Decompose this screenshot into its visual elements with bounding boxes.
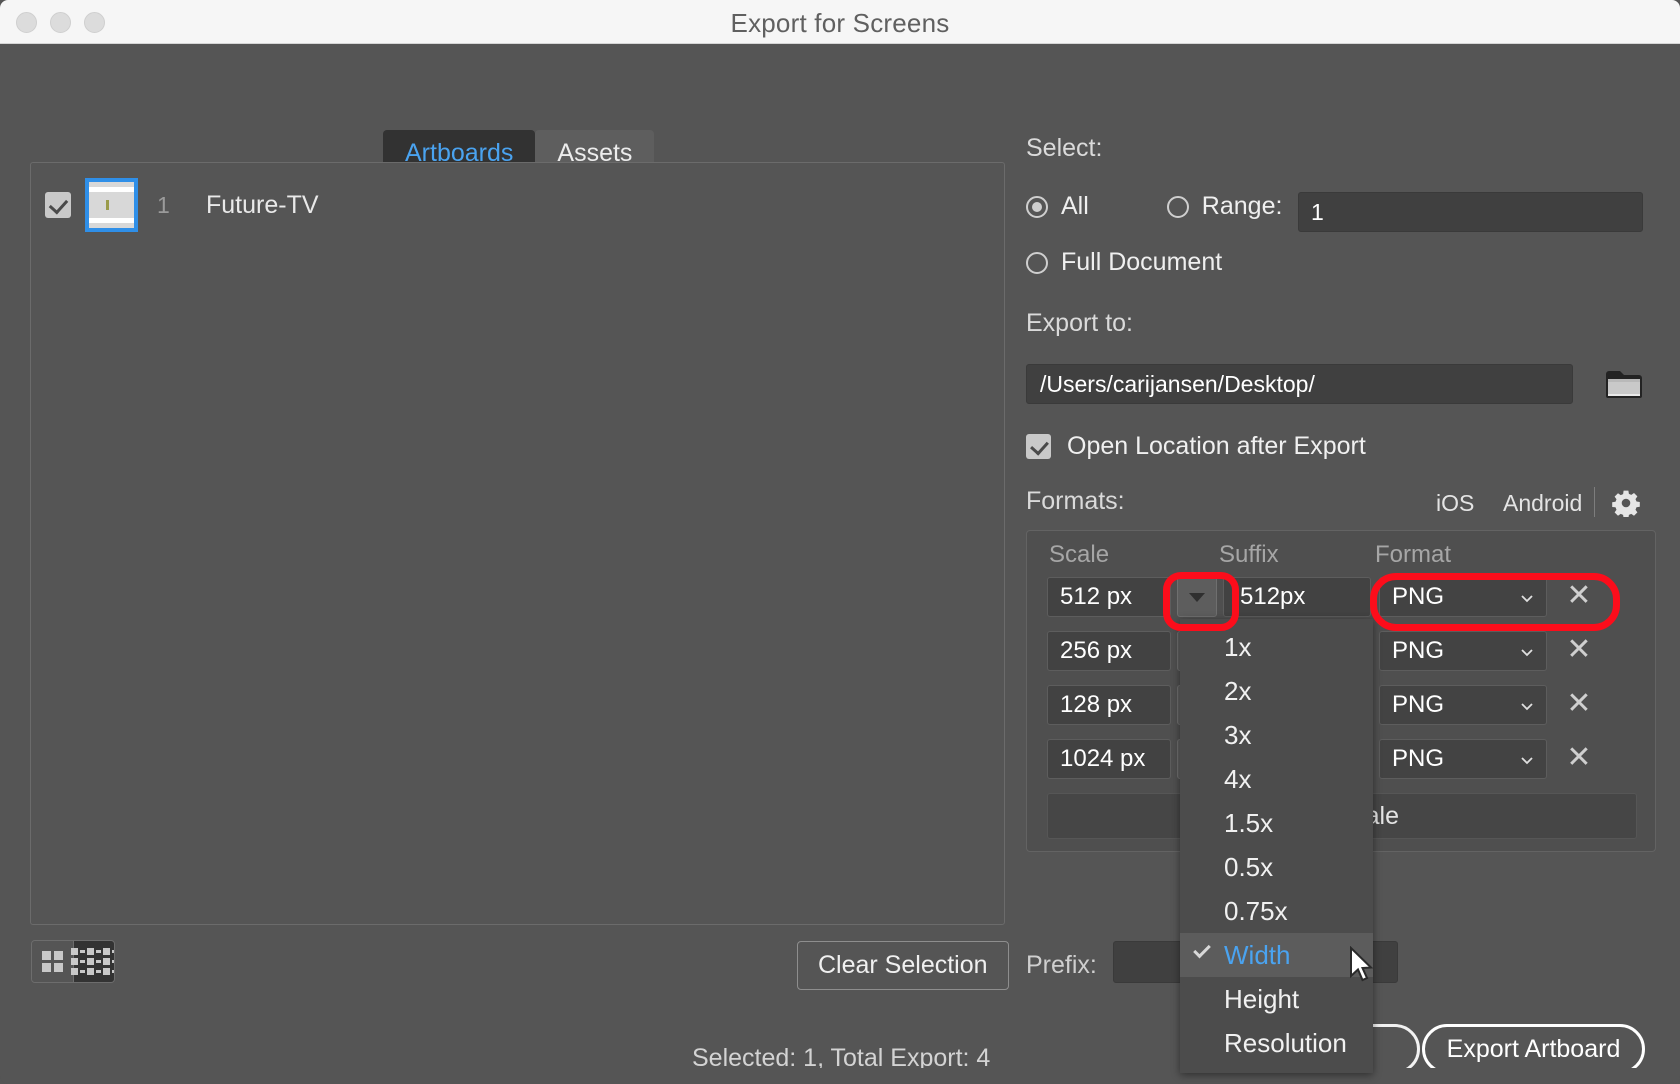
dialog-body: Artboards Assets 1 Future-TV Clear Selec… bbox=[0, 44, 1680, 1074]
menu-item-label: Height bbox=[1224, 983, 1300, 1014]
radio-range[interactable] bbox=[1166, 195, 1189, 218]
artboard-name: Future-TV bbox=[206, 190, 319, 219]
folder-icon[interactable] bbox=[1605, 369, 1643, 399]
scale-input-2[interactable]: 256 px bbox=[1047, 631, 1171, 671]
menu-item-label: 2x bbox=[1224, 675, 1252, 706]
scale-input-1[interactable]: 512 px bbox=[1047, 577, 1171, 617]
radio-all[interactable] bbox=[1026, 195, 1048, 218]
format-select-value-3: PNG bbox=[1392, 691, 1445, 718]
scale-input-4[interactable]: 1024 px bbox=[1047, 739, 1171, 779]
view-mode-toggle bbox=[31, 940, 115, 983]
menu-item-label: 1.5x bbox=[1224, 807, 1274, 838]
format-select-value-4: PNG bbox=[1392, 745, 1445, 772]
range-input[interactable]: 1 bbox=[1298, 192, 1643, 232]
export-to-label: Export to: bbox=[1026, 309, 1133, 337]
grid-view-icon[interactable] bbox=[32, 941, 73, 982]
remove-row-button-1[interactable]: ✕ bbox=[1565, 581, 1593, 611]
chevron-down-icon bbox=[1521, 595, 1533, 603]
menu-item-width[interactable]: Width bbox=[1180, 933, 1373, 977]
artboard-checkbox[interactable] bbox=[45, 192, 71, 218]
format-select-1[interactable]: PNG bbox=[1379, 577, 1547, 617]
menu-item-3x[interactable]: 3x bbox=[1180, 713, 1373, 757]
artboard-list-panel[interactable]: 1 Future-TV bbox=[30, 162, 1005, 925]
select-radio-row: All Range: bbox=[1026, 192, 1282, 221]
radio-all-label: All bbox=[1061, 192, 1089, 220]
format-select-value-1: PNG bbox=[1392, 583, 1445, 610]
menu-item-label: 3x bbox=[1224, 719, 1252, 750]
menu-item-1-5x[interactable]: 1.5x bbox=[1180, 801, 1373, 845]
scale-dropdown-menu[interactable]: 1x 2x 3x 4x 1.5x 0.5x 0.75x Width Height… bbox=[1180, 619, 1373, 1073]
gear-icon[interactable] bbox=[1612, 489, 1640, 517]
menu-item-label: 1x bbox=[1224, 631, 1252, 662]
artboard-index: 1 bbox=[157, 191, 170, 218]
clear-selection-button[interactable]: Clear Selection bbox=[797, 941, 1009, 990]
menu-item-0-5x[interactable]: 0.5x bbox=[1180, 845, 1373, 889]
remove-row-button-4[interactable]: ✕ bbox=[1565, 743, 1593, 773]
format-select-3[interactable]: PNG bbox=[1379, 685, 1547, 725]
artboard-thumbnail bbox=[85, 178, 138, 232]
window-bottom-edge bbox=[0, 1068, 1680, 1084]
format-select-2[interactable]: PNG bbox=[1379, 631, 1547, 671]
menu-item-label: Width bbox=[1224, 939, 1291, 970]
table-row: 512 px -512px PNG ✕ bbox=[1027, 577, 1657, 623]
menu-item-0-75x[interactable]: 0.75x bbox=[1180, 889, 1373, 933]
menu-item-label: 0.5x bbox=[1224, 851, 1274, 882]
format-select-4[interactable]: PNG bbox=[1379, 739, 1547, 779]
ios-preset-button[interactable]: iOS bbox=[1436, 490, 1474, 517]
radio-full-document[interactable] bbox=[1026, 251, 1048, 274]
menu-item-label: 0.75x bbox=[1224, 895, 1288, 926]
scale-dropdown-arrow-1[interactable] bbox=[1177, 577, 1217, 617]
chevron-down-icon bbox=[1521, 703, 1533, 711]
chevron-down-icon bbox=[1521, 757, 1533, 765]
export-artboard-button[interactable]: Export Artboard bbox=[1422, 1024, 1645, 1074]
menu-item-label: 4x bbox=[1224, 763, 1252, 794]
export-for-screens-dialog: Export for Screens Artboards Assets 1 Fu… bbox=[0, 0, 1680, 1084]
window-titlebar: Export for Screens bbox=[0, 0, 1680, 44]
formats-label: Formats: bbox=[1026, 487, 1125, 515]
open-location-label: Open Location after Export bbox=[1067, 432, 1366, 460]
column-header-suffix: Suffix bbox=[1219, 541, 1279, 568]
list-item[interactable]: 1 Future-TV bbox=[45, 178, 319, 232]
column-header-scale: Scale bbox=[1049, 541, 1110, 568]
list-view-icon[interactable] bbox=[71, 941, 114, 982]
menu-item-label: Resolution bbox=[1224, 1027, 1347, 1058]
menu-item-1x[interactable]: 1x bbox=[1180, 625, 1373, 669]
menu-item-2x[interactable]: 2x bbox=[1180, 669, 1373, 713]
remove-row-button-3[interactable]: ✕ bbox=[1565, 689, 1593, 719]
radio-range-label: Range: bbox=[1201, 192, 1283, 220]
full-document-row: Full Document bbox=[1026, 248, 1222, 277]
menu-item-4x[interactable]: 4x bbox=[1180, 757, 1373, 801]
window-title: Export for Screens bbox=[730, 8, 950, 38]
format-select-value-2: PNG bbox=[1392, 637, 1445, 664]
chevron-down-icon bbox=[1521, 649, 1533, 657]
open-location-row[interactable]: Open Location after Export bbox=[1026, 432, 1366, 461]
radio-full-document-label: Full Document bbox=[1061, 248, 1223, 276]
mouse-cursor bbox=[1350, 946, 1374, 982]
scale-input-3[interactable]: 128 px bbox=[1047, 685, 1171, 725]
suffix-input-1[interactable]: -512px bbox=[1223, 577, 1371, 617]
menu-item-height[interactable]: Height bbox=[1180, 977, 1373, 1021]
toolbar-divider bbox=[1594, 487, 1595, 517]
column-header-format: Format bbox=[1375, 541, 1452, 568]
check-icon bbox=[1193, 940, 1211, 959]
menu-item-resolution[interactable]: Resolution bbox=[1180, 1021, 1373, 1065]
remove-row-button-2[interactable]: ✕ bbox=[1565, 635, 1593, 665]
export-path-input[interactable]: /Users/carijansen/Desktop/ bbox=[1026, 364, 1573, 404]
android-preset-button[interactable]: Android bbox=[1503, 490, 1582, 517]
open-location-checkbox[interactable] bbox=[1026, 434, 1051, 459]
select-section-label: Select: bbox=[1026, 134, 1103, 162]
prefix-label: Prefix: bbox=[1026, 951, 1097, 979]
